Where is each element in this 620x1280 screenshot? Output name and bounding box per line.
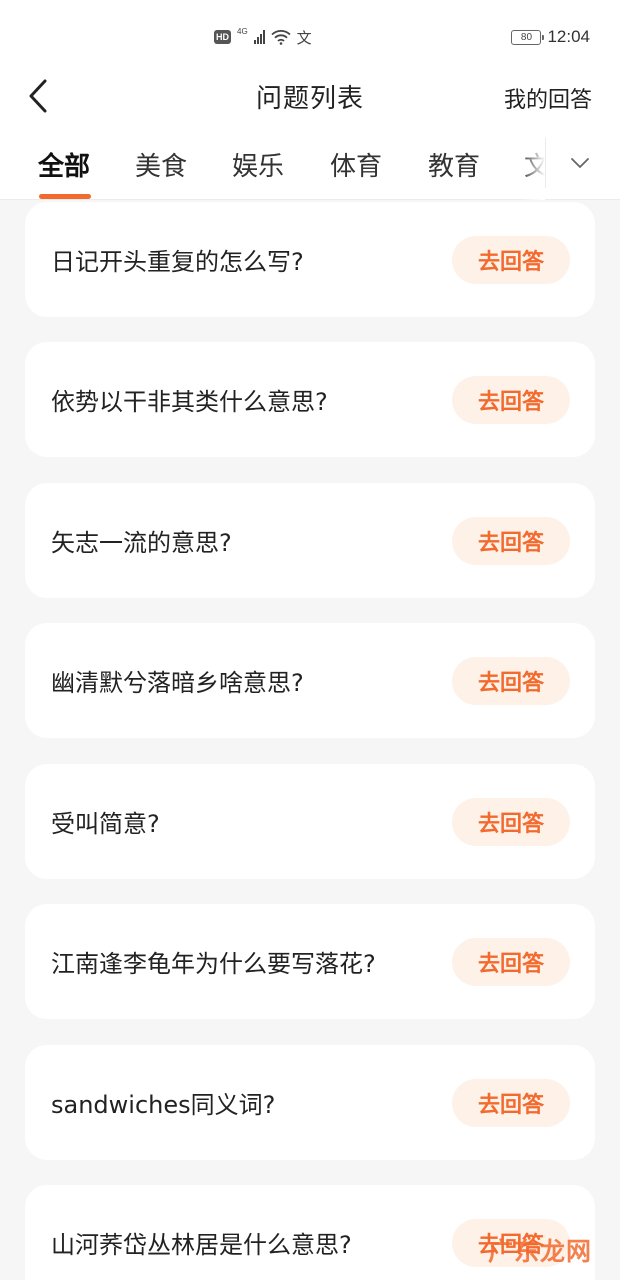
question-text: 日记开头重复的怎么写? [51,248,304,276]
my-answers-link[interactable]: 我的回答 [504,82,592,114]
watermark-logo: 广东龙网 [488,1237,593,1266]
status-icons-left: HD 4G 文 [214,26,312,48]
tab-sports[interactable]: 体育 [330,146,382,183]
tab-food[interactable]: 美食 [135,146,187,183]
hd-badge: HD [214,30,231,44]
nav-bar: 问题列表 我的回答 [0,70,620,126]
question-card[interactable]: 江南逢李龟年为什么要写落花? 去回答 [25,904,595,1019]
question-text: 受叫简意? [51,810,160,838]
question-card[interactable]: 受叫简意? 去回答 [25,764,595,879]
answer-button[interactable]: 去回答 [452,938,570,986]
question-card[interactable]: 依势以干非其类什么意思? 去回答 [25,342,595,457]
status-bar: HD 4G 文 80 12:04 [0,0,620,70]
answer-button[interactable]: 去回答 [452,657,570,705]
signal-icon [253,30,265,44]
question-text: 幽清默兮落暗乡啥意思? [51,669,304,697]
clock: 12:04 [547,27,590,46]
answer-button[interactable]: 去回答 [452,798,570,846]
tab-all[interactable]: 全部 [38,146,90,183]
answer-button[interactable]: 去回答 [452,376,570,424]
vpn-icon: 文 [296,28,312,47]
question-text: 矢志一流的意思? [51,529,232,557]
question-card[interactable]: 矢志一流的意思? 去回答 [25,483,595,598]
tab-education[interactable]: 教育 [428,146,480,183]
status-icons-right: 80 12:04 [511,26,590,48]
question-card[interactable]: 日记开头重复的怎么写? 去回答 [25,202,595,317]
tab-entertainment[interactable]: 娱乐 [232,146,284,183]
tab-list: 全部 美食 娱乐 体育 教育 文 [0,126,545,200]
answer-button[interactable]: 去回答 [452,236,570,284]
battery-icon: 80 [511,29,545,45]
tab-divider [545,138,546,188]
network-type: 4G [237,27,248,36]
answer-button[interactable]: 去回答 [452,1079,570,1127]
question-text: 山河荞岱丛林居是什么意思? [51,1231,352,1259]
question-text: sandwiches同义词? [51,1091,276,1119]
chevron-down-icon [571,158,589,168]
tab-fade [520,126,545,200]
question-card[interactable]: sandwiches同义词? 去回答 [25,1045,595,1160]
active-tab-indicator [39,194,91,199]
category-tab-bar: 全部 美食 娱乐 体育 教育 文 [0,126,620,200]
wifi-icon [271,29,291,45]
expand-tabs-button[interactable] [560,146,600,180]
question-text: 依势以干非其类什么意思? [51,388,328,416]
question-card[interactable]: 幽清默兮落暗乡啥意思? 去回答 [25,623,595,738]
question-text: 江南逢李龟年为什么要写落花? [51,950,376,978]
answer-button[interactable]: 去回答 [452,517,570,565]
